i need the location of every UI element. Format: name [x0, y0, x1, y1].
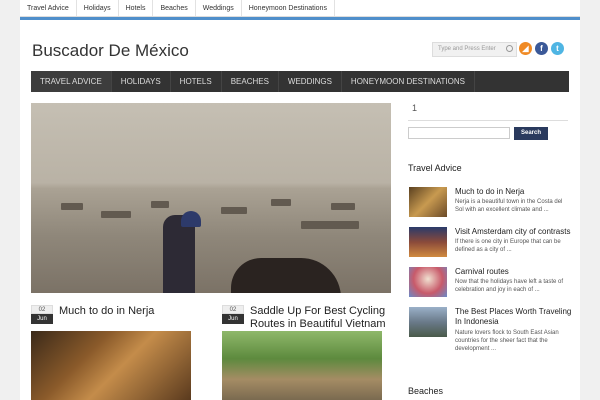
thumbnail[interactable] — [409, 307, 447, 337]
main-nav: TRAVEL ADVICE HOLIDAYS HOTELS BEACHES WE… — [31, 71, 569, 92]
post-month: Jun — [222, 314, 244, 324]
item-excerpt: If there is one city in Europe that can … — [455, 239, 561, 253]
page-container: Buscador De México Type and Press Enter … — [20, 20, 580, 400]
item-excerpt: Nerja is a beautiful town in the Costa d… — [455, 199, 563, 213]
widget-title-beaches: Beaches — [408, 386, 444, 396]
item-title[interactable]: The Best Places Worth Traveling In Indon… — [455, 307, 573, 327]
facebook-icon[interactable]: f — [535, 42, 548, 55]
widget-title-travel-advice: Travel Advice — [408, 163, 462, 173]
post-day: 02 — [222, 305, 244, 314]
nav-weddings[interactable]: WEDDINGS — [279, 71, 342, 92]
thumbnail[interactable] — [409, 267, 447, 297]
top-menu: Travel Advice Holidays Hotels Beaches We… — [20, 0, 580, 17]
post-thumbnail[interactable] — [222, 331, 382, 400]
sidebar-label: 1 — [412, 103, 418, 113]
item-excerpt: Nature lovers flock to South East Asian … — [455, 330, 559, 352]
top-menu-hotels[interactable]: Hotels — [119, 0, 154, 16]
search-placeholder: Type and Press Enter — [438, 46, 496, 52]
nav-travel-advice[interactable]: TRAVEL ADVICE — [31, 71, 112, 92]
post-title[interactable]: Much to do in Nerja — [59, 305, 209, 318]
top-menu-beaches[interactable]: Beaches — [153, 0, 196, 16]
nav-honeymoon[interactable]: HONEYMOON DESTINATIONS — [342, 71, 476, 92]
nav-holidays[interactable]: HOLIDAYS — [112, 71, 171, 92]
item-title[interactable]: Carnival routes — [455, 267, 573, 277]
nav-beaches[interactable]: BEACHES — [222, 71, 279, 92]
rss-icon[interactable]: ◢ — [519, 42, 532, 55]
twitter-icon[interactable]: t — [551, 42, 564, 55]
search-button[interactable]: Search — [514, 127, 548, 140]
nav-hotels[interactable]: HOTELS — [171, 71, 222, 92]
post-day: 02 — [31, 305, 53, 314]
post-title[interactable]: Saddle Up For Best Cycling Routes in Bea… — [250, 305, 400, 331]
featured-slider-image[interactable] — [31, 103, 391, 293]
top-menu-honeymoon[interactable]: Honeymoon Destinations — [242, 0, 335, 16]
thumbnail[interactable] — [409, 227, 447, 257]
divider — [408, 120, 568, 121]
post-date: 02 Jun — [31, 305, 53, 324]
header-search-input[interactable]: Type and Press Enter — [432, 42, 517, 57]
search-icon[interactable] — [506, 45, 513, 52]
item-excerpt: Now that the holidays have left a taste … — [455, 279, 564, 293]
sidebar-search-input[interactable] — [408, 127, 510, 139]
top-menu-holidays[interactable]: Holidays — [77, 0, 119, 16]
post-date: 02 Jun — [222, 305, 244, 324]
item-title[interactable]: Visit Amsterdam city of contrasts — [455, 227, 573, 237]
post-month: Jun — [31, 314, 53, 324]
item-title[interactable]: Much to do in Nerja — [455, 187, 573, 197]
thumbnail[interactable] — [409, 187, 447, 217]
top-menu-weddings[interactable]: Weddings — [196, 0, 242, 16]
site-title[interactable]: Buscador De México — [32, 41, 189, 61]
post-thumbnail[interactable] — [31, 331, 191, 400]
top-menu-travel-advice[interactable]: Travel Advice — [20, 0, 77, 16]
